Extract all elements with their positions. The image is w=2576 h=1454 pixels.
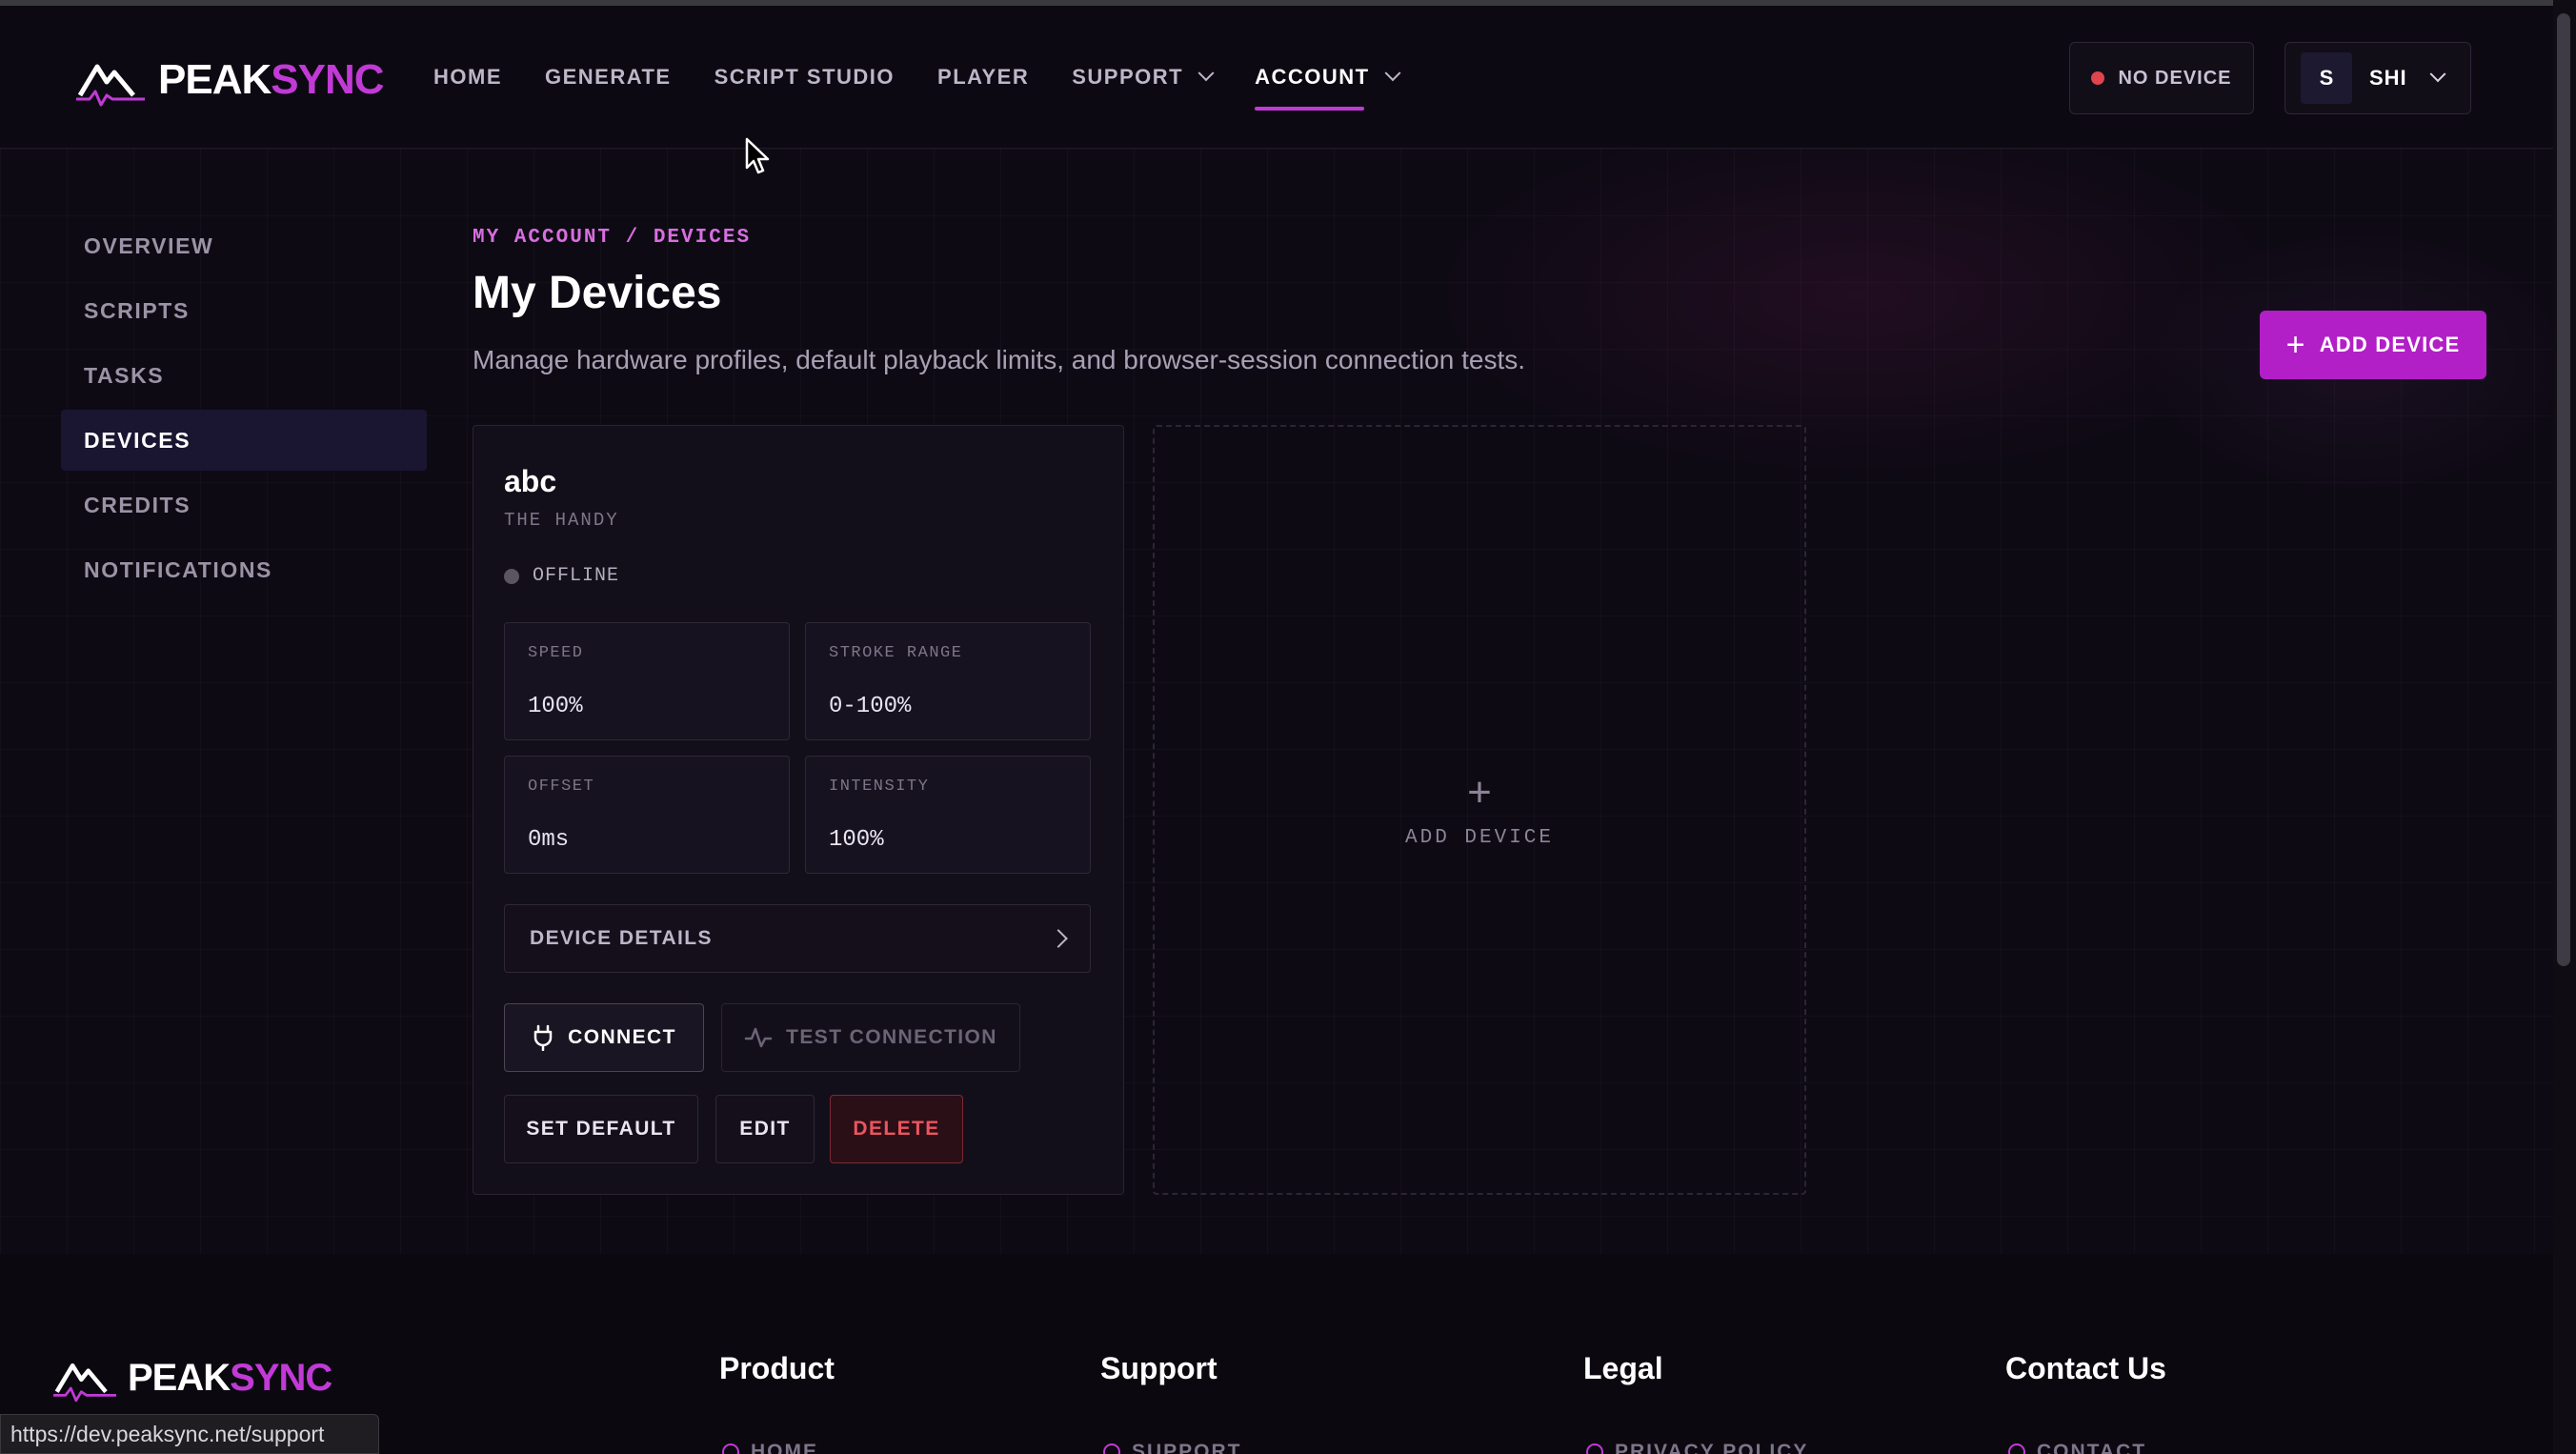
top-navbar: PEAKSYNC HOME GENERATE SCRIPT STUDIO PLA… xyxy=(0,6,2553,149)
page-subtitle: Manage hardware profiles, default playba… xyxy=(473,345,1526,374)
sidebar-item-overview[interactable]: OVERVIEW xyxy=(61,215,427,276)
stat-label: STROKE RANGE xyxy=(829,644,963,662)
offline-dot-icon xyxy=(504,568,519,584)
add-device-card-label: ADD DEVICE xyxy=(1404,826,1555,849)
scrollbar-thumb[interactable] xyxy=(2557,13,2570,966)
activity-pulse-icon xyxy=(744,1027,773,1048)
support-icon xyxy=(1103,1444,1120,1454)
stat-value: 100% xyxy=(829,827,884,853)
shield-icon xyxy=(1586,1444,1603,1454)
main-nav: HOME GENERATE SCRIPT STUDIO PLAYER SUPPO… xyxy=(433,65,1441,111)
chevron-down-icon xyxy=(2429,66,2446,83)
peak-logo-icon xyxy=(53,1363,116,1403)
mail-icon xyxy=(2008,1444,2025,1454)
stat-stroke-range: STROKE RANGE 0-100% xyxy=(805,622,1091,740)
device-card: abc THE HANDY OFFLINE SPEED 100% STROKE … xyxy=(473,425,1124,1195)
stat-speed: SPEED 100% xyxy=(504,622,790,740)
nav-account[interactable]: ACCOUNT xyxy=(1255,65,1401,111)
test-connection-button[interactable]: TEST CONNECTION xyxy=(721,1003,1020,1072)
stat-intensity: INTENSITY 100% xyxy=(805,756,1091,874)
sidebar-item-credits[interactable]: CREDITS xyxy=(61,475,427,535)
sidebar-item-notifications[interactable]: NOTIFICATIONS xyxy=(61,539,427,600)
stat-offset: OFFSET 0ms xyxy=(504,756,790,874)
test-connection-label: TEST CONNECTION xyxy=(786,1026,997,1048)
brand-name: PEAKSYNC xyxy=(158,56,385,103)
sidebar-item-tasks[interactable]: TASKS xyxy=(61,345,427,406)
footer-logo[interactable]: PEAKSYNC xyxy=(53,1353,332,1403)
nav-support[interactable]: SUPPORT xyxy=(1072,65,1215,90)
device-details-label: DEVICE DETAILS xyxy=(530,927,713,949)
plug-icon xyxy=(533,1024,553,1051)
device-status-button[interactable]: NO DEVICE xyxy=(2069,42,2254,114)
stat-label: OFFSET xyxy=(528,777,595,796)
add-device-button-label: ADD DEVICE xyxy=(2319,333,2461,356)
peak-logo-icon xyxy=(76,64,145,107)
add-device-card[interactable]: + ADD DEVICE xyxy=(1153,425,1806,1195)
device-name: abc xyxy=(504,464,557,498)
connect-button[interactable]: CONNECT xyxy=(504,1003,704,1072)
background-glow xyxy=(1429,114,2286,476)
stat-value: 100% xyxy=(528,694,583,719)
breadcrumb: MY ACCOUNT / DEVICES xyxy=(473,227,752,249)
nav-home[interactable]: HOME xyxy=(433,65,502,90)
set-default-button[interactable]: SET DEFAULT xyxy=(504,1095,698,1163)
nav-player[interactable]: PLAYER xyxy=(937,65,1029,90)
device-status: OFFLINE xyxy=(504,565,619,587)
footer-heading-product: Product xyxy=(719,1351,835,1385)
status-bar-url: https://dev.peaksync.net/support xyxy=(0,1414,379,1454)
user-name: SHI xyxy=(2369,66,2407,90)
user-menu[interactable]: S SHI xyxy=(2284,42,2471,114)
footer-link-label: PRIVACY POLICY xyxy=(1615,1441,1809,1454)
footer-heading-contact: Contact Us xyxy=(2005,1351,2166,1385)
device-status-label: NO DEVICE xyxy=(2118,67,2232,89)
sidebar-item-devices[interactable]: DEVICES xyxy=(61,410,427,471)
account-sidebar: OVERVIEW SCRIPTS TASKS DEVICES CREDITS N… xyxy=(61,215,427,604)
device-status-text: OFFLINE xyxy=(533,565,620,587)
footer-link-support[interactable]: SUPPORT xyxy=(1103,1441,1242,1454)
home-icon xyxy=(722,1444,739,1454)
device-details-toggle[interactable]: DEVICE DETAILS xyxy=(504,904,1091,973)
avatar: S xyxy=(2301,52,2352,104)
mouse-cursor-icon xyxy=(745,137,770,174)
stat-label: INTENSITY xyxy=(829,777,930,796)
edit-button[interactable]: EDIT xyxy=(715,1095,815,1163)
chevron-right-icon xyxy=(1049,929,1068,948)
footer-link-label: CONTACT xyxy=(2037,1441,2147,1454)
nav-script-studio[interactable]: SCRIPT STUDIO xyxy=(714,65,895,90)
add-device-button[interactable]: + ADD DEVICE xyxy=(2260,311,2486,379)
stat-value: 0ms xyxy=(528,827,570,853)
chevron-down-icon xyxy=(1384,65,1401,82)
footer-brand-name: PEAKSYNC xyxy=(128,1356,332,1399)
connect-label: CONNECT xyxy=(568,1026,676,1048)
footer xyxy=(0,1254,2553,1454)
delete-button[interactable]: DELETE xyxy=(830,1095,963,1163)
plus-icon: + xyxy=(1467,768,1492,816)
stat-value: 0-100% xyxy=(829,694,912,719)
sidebar-item-scripts[interactable]: SCRIPTS xyxy=(61,280,427,341)
footer-link-contact[interactable]: CONTACT xyxy=(2008,1441,2146,1454)
footer-heading-support: Support xyxy=(1100,1351,1218,1385)
status-dot-icon xyxy=(2091,71,2105,85)
device-type: THE HANDY xyxy=(504,510,619,531)
footer-link-home[interactable]: HOME xyxy=(722,1441,818,1454)
footer-heading-legal: Legal xyxy=(1583,1351,1663,1385)
footer-link-label: SUPPORT xyxy=(1132,1441,1242,1454)
stat-label: SPEED xyxy=(528,644,584,662)
footer-link-privacy[interactable]: PRIVACY POLICY xyxy=(1586,1441,1808,1454)
chevron-down-icon xyxy=(1197,65,1215,82)
footer-link-label: HOME xyxy=(751,1441,818,1454)
brand-logo[interactable]: PEAKSYNC xyxy=(76,53,385,107)
plus-icon: + xyxy=(2285,327,2306,363)
nav-generate[interactable]: GENERATE xyxy=(545,65,672,90)
page-title: My Devices xyxy=(473,268,722,318)
